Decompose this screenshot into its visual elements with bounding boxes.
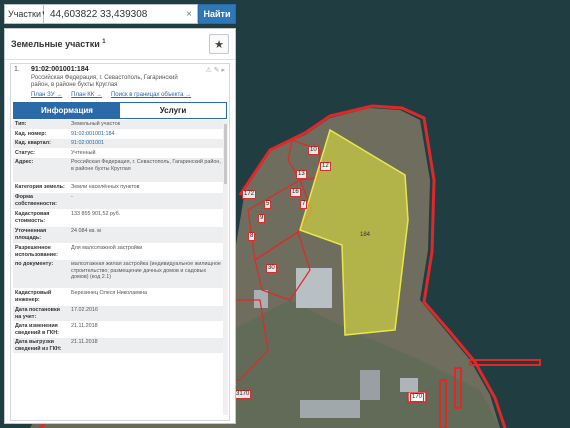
- field-value: Для малоэтажной застройки: [71, 245, 143, 251]
- field-value: Российская Федерация, г. Севастополь, Га…: [71, 159, 221, 172]
- clear-icon[interactable]: ×: [186, 9, 192, 20]
- parcel-label: 8: [248, 232, 256, 241]
- parcel-label: 172: [242, 190, 257, 199]
- table-row: Уточненная площадь: 24 084 кв. м: [13, 227, 227, 244]
- table-row: Категория земель: Земли населённых пункто…: [13, 183, 227, 193]
- search-query: 44,603822 33,439308: [50, 8, 148, 20]
- search-bar: Участки ▼ 44,603822 33,439308 × Найти: [4, 4, 236, 26]
- field-value: 24 084 кв. м: [71, 228, 101, 234]
- plan-kk-link[interactable]: План КК →: [71, 92, 102, 98]
- result-cadastral-number[interactable]: 91:02:001001:184: [31, 66, 89, 73]
- field-key: Дата изменения сведений в ГКН:: [15, 323, 59, 336]
- field-value: 133 855 901,52 руб.: [71, 211, 121, 217]
- result-card: 1. 91:02:001001:184 ⚠ ✎ ▸ Российская Фед…: [10, 63, 230, 421]
- find-button[interactable]: Найти: [198, 4, 236, 24]
- info-table: Тип: Земельный участок Кад. номер: 91:02:00…: [13, 120, 227, 354]
- result-tabs: Информация Услуги: [13, 102, 227, 119]
- field-value: Учтенный: [71, 149, 96, 156]
- table-row: Статус: Учтенный: [13, 149, 227, 158]
- field-key: Кадастровый инженер:: [15, 290, 52, 303]
- field-key: Кад. квартал:: [15, 140, 51, 146]
- parcel-label: 30: [266, 264, 277, 273]
- parcel-label: 9: [258, 214, 266, 223]
- scrollbar-thumb[interactable]: [224, 124, 227, 184]
- left-panel: Участки ▼ 44,603822 33,439308 × Найти Зе…: [4, 4, 236, 424]
- search-type-select[interactable]: Участки ▼: [4, 4, 47, 24]
- results-title-text: Земельные участки: [11, 39, 100, 49]
- field-key: Форма собственности:: [15, 194, 57, 207]
- parcel-label: 10: [308, 146, 319, 155]
- field-value: 21.11.2018: [71, 323, 98, 329]
- parcel-label: 16: [290, 188, 301, 197]
- results-panel: Земельные участки 1 ★ 1. 91:02:001001:18…: [4, 28, 236, 424]
- info-scrollbar[interactable]: [223, 120, 228, 415]
- parcel-label: 7: [300, 200, 308, 209]
- selected-parcel-label: 184: [360, 232, 371, 238]
- result-address: Российская Федерация, г. Севастополь, Га…: [31, 75, 178, 88]
- results-title: Земельные участки 1: [11, 39, 106, 49]
- field-value[interactable]: 91:02:001001: [69, 139, 227, 148]
- search-input[interactable]: 44,603822 33,439308 ×: [44, 4, 198, 24]
- table-row: Дата постановки на учет: 17.02.2016: [13, 306, 227, 322]
- field-value: Земли населённых пунктов: [71, 184, 140, 190]
- field-key: Разрешенное использование:: [15, 245, 58, 258]
- field-key: Кадастровая стоимость:: [15, 211, 50, 224]
- building: [296, 268, 332, 308]
- field-key: Дата выгрузки сведений из ГКН:: [15, 339, 62, 352]
- field-key: Уточненная площадь:: [15, 228, 47, 241]
- parcel-label: 170: [410, 393, 425, 402]
- result-index: 1.: [14, 66, 20, 73]
- field-key: Категория земель:: [15, 184, 65, 190]
- table-row: Кад. номер: 91:02:001001:184: [13, 130, 227, 139]
- field-value: Березинец Олеся Николаевна: [71, 290, 148, 296]
- table-row: Кад. квартал: 91:02:001001: [13, 139, 227, 149]
- field-value: -: [71, 194, 73, 200]
- parcel-label: 5: [264, 200, 272, 209]
- table-row: Кадастровый инженер: Березинец Олеся Нико…: [13, 289, 227, 306]
- building: [400, 378, 418, 392]
- tab-services[interactable]: Услуги: [120, 103, 226, 118]
- table-row: по документу: малоэтажная жилая застройка…: [13, 260, 227, 289]
- field-value: 21.11.2018: [71, 339, 98, 345]
- field-key: Адрес:: [15, 159, 34, 165]
- result-action-icons[interactable]: ⚠ ✎ ▸: [205, 66, 225, 74]
- result-links: План ЗУ → План КК → Поиск в границах объ…: [31, 92, 191, 98]
- field-value: малоэтажная жилая застройка (индивидуаль…: [71, 261, 221, 280]
- results-header: Земельные участки 1 ★: [5, 29, 235, 60]
- field-value: Земельный участок: [71, 121, 121, 127]
- field-key: Статус:: [15, 149, 35, 156]
- field-value[interactable]: 91:02:001001:184: [69, 130, 227, 139]
- table-row: Дата изменения сведений в ГКН: 21.11.2018: [13, 322, 227, 338]
- field-value: 17.02.2016: [71, 307, 98, 313]
- plan-zu-link[interactable]: План ЗУ →: [31, 92, 62, 98]
- table-row: Кадастровая стоимость: 133 855 901,52 руб…: [13, 210, 227, 227]
- field-key: Дата постановки на учет:: [15, 307, 60, 320]
- table-row: Форма собственности: -: [13, 193, 227, 210]
- table-row: Разрешенное использование: Для малоэтажно…: [13, 244, 227, 260]
- search-type-label: Участки: [8, 9, 41, 19]
- field-key: по документу:: [15, 261, 54, 267]
- parcel-label: 3170: [234, 390, 252, 399]
- building: [300, 400, 360, 418]
- field-key: Тип:: [15, 121, 27, 127]
- field-key: Кад. номер:: [15, 130, 47, 137]
- tab-info[interactable]: Информация: [14, 103, 120, 118]
- search-in-bounds-link[interactable]: Поиск в границах объекта →: [111, 92, 191, 98]
- table-row: Тип: Земельный участок: [13, 120, 227, 130]
- table-row: Адрес: Российская Федерация, г. Севастопо…: [13, 158, 227, 183]
- building: [360, 370, 380, 400]
- results-count: 1: [102, 39, 106, 45]
- parcel-label: 12: [320, 162, 331, 171]
- table-row: Дата выгрузки сведений из ГКН: 21.11.2018: [13, 338, 227, 354]
- favorite-star-icon[interactable]: ★: [209, 34, 229, 54]
- parcel-label: 13: [296, 170, 307, 179]
